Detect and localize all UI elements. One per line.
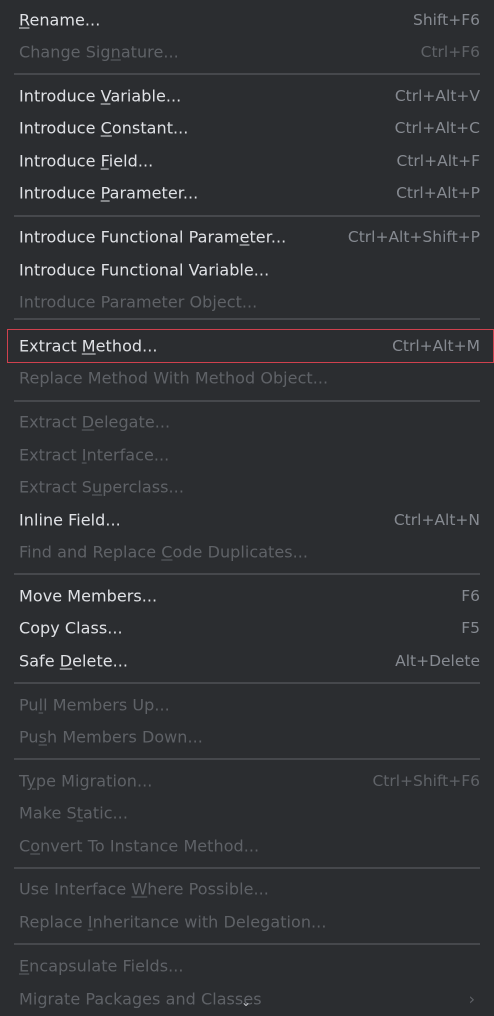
menu-separator <box>14 758 480 760</box>
menu-item-label: Encapsulate Fields... <box>19 956 184 976</box>
menu-item-label: Extract Superclass... <box>19 477 184 497</box>
menu-item-change-signature[interactable]: Change Signature... Ctrl+F6 <box>8 36 493 68</box>
menu-item-shortcut: Ctrl+Alt+P <box>396 184 480 202</box>
menu-item-shortcut: Ctrl+Alt+F <box>396 152 480 170</box>
menu-item-shortcut: Ctrl+Alt+V <box>394 87 480 105</box>
menu-item-use-interface-where-possible[interactable]: Use Interface Where Possible... <box>8 873 493 905</box>
menu-item-label: Introduce Parameter... <box>19 183 199 203</box>
menu-item-shortcut: Ctrl+F6 <box>420 43 480 61</box>
menu-item-shortcut: Ctrl+Shift+F6 <box>372 772 480 790</box>
menu-item-introduce-parameter[interactable]: Introduce Parameter... Ctrl+Alt+P <box>8 177 493 209</box>
menu-item-shortcut: Ctrl+Alt+N <box>393 511 480 529</box>
menu-item-label: Introduce Constant... <box>19 118 189 138</box>
menu-item-safe-delete[interactable]: Safe Delete... Alt+Delete <box>8 645 493 677</box>
menu-item-label: Migrate Packages and Classes <box>19 989 262 1009</box>
menu-item-label: Rename... <box>19 10 101 30</box>
menu-separator <box>14 215 480 217</box>
menu-item-label: Introduce Field... <box>19 151 154 171</box>
menu-item-label: Extract Interface... <box>19 445 170 465</box>
menu-separator <box>14 573 480 575</box>
chevron-down-icon[interactable]: ⌄ <box>238 994 254 1010</box>
menu-item-shortcut: F6 <box>461 587 480 605</box>
menu-item-label: Extract Method... <box>19 336 158 356</box>
menu-item-convert-to-instance-method[interactable]: Convert To Instance Method... <box>8 830 493 862</box>
menu-item-label: Pull Members Up... <box>19 695 170 715</box>
menu-item-label: Introduce Functional Parameter... <box>19 227 287 247</box>
menu-item-label: Copy Class... <box>19 618 123 638</box>
menu-item-label: Convert To Instance Method... <box>19 836 260 856</box>
menu-item-label: Use Interface Where Possible... <box>19 879 269 899</box>
menu-item-introduce-constant[interactable]: Introduce Constant... Ctrl+Alt+C <box>8 112 493 144</box>
menu-separator <box>14 318 480 320</box>
menu-item-label: Type Migration... <box>19 771 153 791</box>
menu-item-label: Replace Method With Method Object... <box>19 368 329 388</box>
menu-item-label: Inline Field... <box>19 510 121 530</box>
menu-item-label: Introduce Functional Variable... <box>19 260 270 280</box>
menu-item-introduce-field[interactable]: Introduce Field... Ctrl+Alt+F <box>8 145 493 177</box>
menu-item-replace-inheritance-with-delegation[interactable]: Replace Inheritance with Delegation... <box>8 906 493 938</box>
menu-separator <box>14 400 480 402</box>
menu-item-label: Replace Inheritance with Delegation... <box>19 912 327 932</box>
menu-item-introduce-variable[interactable]: Introduce Variable... Ctrl+Alt+V <box>8 80 493 112</box>
menu-item-label: Move Members... <box>19 586 158 606</box>
menu-item-shortcut: Shift+F6 <box>413 11 480 29</box>
menu-separator <box>14 73 480 75</box>
menu-item-move-members[interactable]: Move Members... F6 <box>8 580 493 612</box>
menu-item-introduce-parameter-object[interactable]: Introduce Parameter Object... <box>8 286 493 318</box>
menu-item-shortcut: Ctrl+Alt+M <box>392 337 480 355</box>
menu-item-label: Introduce Variable... <box>19 86 182 106</box>
menu-item-label: Extract Delegate... <box>19 412 171 432</box>
menu-item-inline-field[interactable]: Inline Field... Ctrl+Alt+N <box>8 504 493 536</box>
menu-item-label: Change Signature... <box>19 42 179 62</box>
menu-item-rename[interactable]: Rename... Shift+F6 <box>8 4 493 36</box>
menu-item-type-migration[interactable]: Type Migration... Ctrl+Shift+F6 <box>8 765 493 797</box>
menu-item-extract-delegate[interactable]: Extract Delegate... <box>8 406 493 438</box>
menu-item-label: Safe Delete... <box>19 651 129 671</box>
menu-separator <box>14 943 480 945</box>
menu-item-shortcut: Ctrl+Alt+C <box>394 119 480 137</box>
menu-item-label: Push Members Down... <box>19 727 203 747</box>
menu-item-replace-method-with-method-object[interactable]: Replace Method With Method Object... <box>8 362 493 394</box>
menu-item-copy-class[interactable]: Copy Class... F5 <box>8 612 493 644</box>
menu-item-push-members-down[interactable]: Push Members Down... <box>8 721 493 753</box>
menu-item-extract-superclass[interactable]: Extract Superclass... <box>8 471 493 503</box>
menu-item-shortcut: Alt+Delete <box>395 652 480 670</box>
menu-item-pull-members-up[interactable]: Pull Members Up... <box>8 689 493 721</box>
refactor-context-menu: Rename... Shift+F6 Change Signature... Ctrl… <box>0 0 494 1016</box>
menu-item-shortcut: F5 <box>461 619 480 637</box>
menu-item-shortcut: Ctrl+Alt+Shift+P <box>347 228 480 246</box>
chevron-right-icon: › <box>468 989 475 1009</box>
menu-item-encapsulate-fields[interactable]: Encapsulate Fields... <box>8 950 493 982</box>
menu-item-extract-interface[interactable]: Extract Interface... <box>8 439 493 471</box>
menu-item-find-and-replace-code-duplicates[interactable]: Find and Replace Code Duplicates... <box>8 536 493 568</box>
menu-item-make-static[interactable]: Make Static... <box>8 797 493 829</box>
menu-separator <box>14 682 480 684</box>
menu-separator <box>14 867 480 869</box>
menu-item-label: Introduce Parameter Object... <box>19 292 258 312</box>
menu-item-label: Find and Replace Code Duplicates... <box>19 542 309 562</box>
menu-item-extract-method[interactable]: Extract Method... Ctrl+Alt+M <box>7 329 494 363</box>
menu-item-label: Make Static... <box>19 803 128 823</box>
menu-item-introduce-functional-parameter[interactable]: Introduce Functional Parameter... Ctrl+Al… <box>8 221 493 253</box>
menu-item-introduce-functional-variable[interactable]: Introduce Functional Variable... <box>8 254 493 286</box>
